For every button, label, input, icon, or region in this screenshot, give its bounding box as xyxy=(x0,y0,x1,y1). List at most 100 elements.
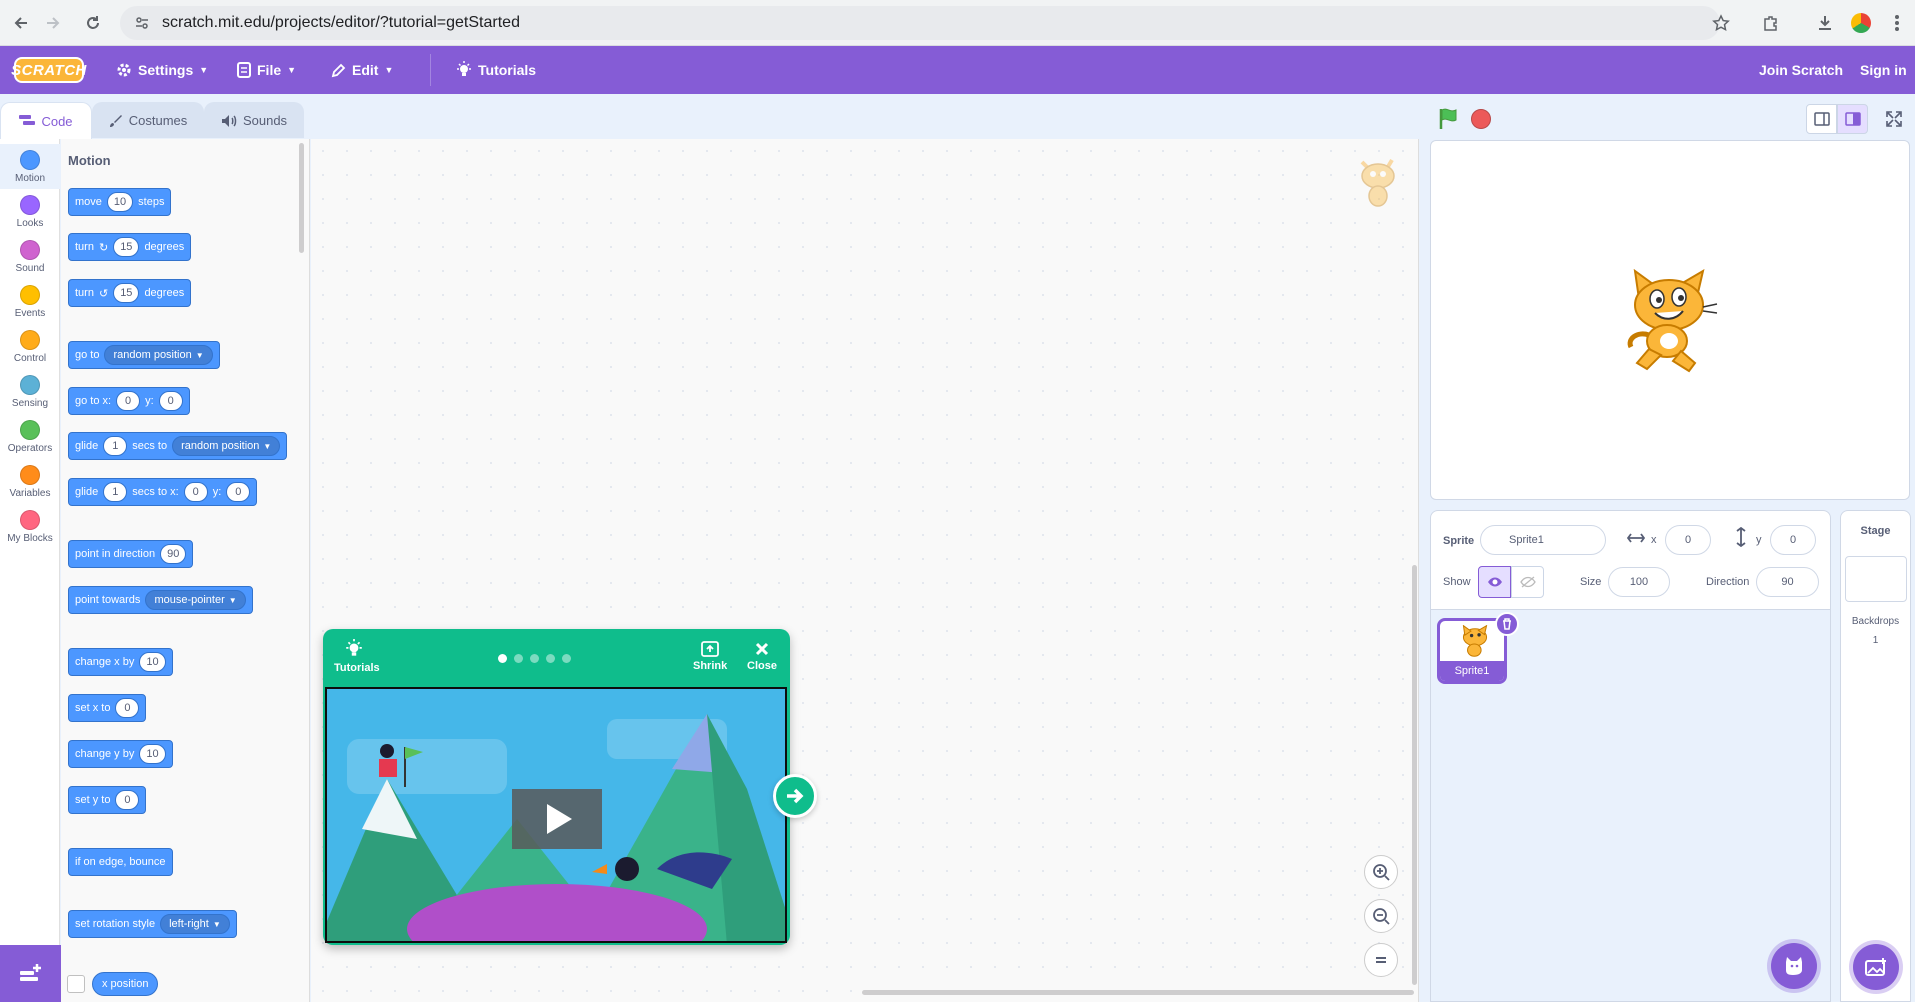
x-position-input[interactable]: 0 xyxy=(1665,525,1711,555)
address-bar[interactable]: scratch.mit.edu/projects/editor/?tutoria… xyxy=(120,6,1720,40)
block-x-position[interactable]: x position xyxy=(92,972,159,996)
browser-menu-icon[interactable] xyxy=(1882,8,1912,38)
normal-stage-button[interactable] xyxy=(1837,104,1868,134)
y-input[interactable]: 0 xyxy=(158,391,183,411)
direction-input[interactable]: 90 xyxy=(1756,567,1819,597)
small-stage-button[interactable] xyxy=(1806,104,1837,134)
category-motion[interactable]: Motion xyxy=(0,144,60,189)
show-sprite-button[interactable] xyxy=(1478,566,1511,598)
block-turn-left[interactable]: turn ↺ 15 degrees xyxy=(68,279,192,307)
step-dot[interactable] xyxy=(562,654,571,663)
step-dot[interactable] xyxy=(546,654,555,663)
download-icon[interactable] xyxy=(1810,8,1840,38)
category-variables[interactable]: Variables xyxy=(0,459,60,504)
extensions-icon[interactable] xyxy=(1756,8,1786,38)
degrees-input[interactable]: 15 xyxy=(113,283,140,303)
tutorial-video[interactable] xyxy=(325,687,787,943)
step-dot[interactable] xyxy=(514,654,523,663)
delete-sprite-button[interactable] xyxy=(1495,612,1519,636)
x-input[interactable]: 0 xyxy=(116,391,141,411)
palette-scrollbar[interactable] xyxy=(299,143,304,253)
x-input[interactable]: 0 xyxy=(183,482,208,502)
tutorials-menu[interactable]: Tutorials xyxy=(456,46,536,94)
block-turn-right[interactable]: turn ↻ 15 degrees xyxy=(68,233,192,261)
secs-input[interactable]: 1 xyxy=(103,436,128,456)
forward-icon[interactable] xyxy=(38,8,68,38)
settings-menu[interactable]: Settings ▼ xyxy=(116,46,208,94)
x-change-input[interactable]: 10 xyxy=(139,652,166,672)
degrees-input[interactable]: 15 xyxy=(113,237,140,257)
block-go-to-xy[interactable]: go to x: 0 y: 0 xyxy=(68,387,190,415)
glide-target-dropdown[interactable]: random position ▼ xyxy=(172,436,281,456)
reload-icon[interactable] xyxy=(78,8,108,38)
block-set-y[interactable]: set y to 0 xyxy=(68,786,147,814)
category-my-blocks[interactable]: My Blocks xyxy=(0,504,60,549)
choose-backdrop-button[interactable] xyxy=(1853,944,1899,990)
goto-target-dropdown[interactable]: random position ▼ xyxy=(104,345,213,365)
tab-sounds[interactable]: Sounds xyxy=(204,102,304,138)
category-events[interactable]: Events xyxy=(0,279,60,324)
block-go-to[interactable]: go to random position ▼ xyxy=(68,341,220,369)
block-change-x[interactable]: change x by 10 xyxy=(68,648,173,676)
caret-down-icon: ▼ xyxy=(228,595,237,605)
y-input[interactable]: 0 xyxy=(226,482,251,502)
script-horizontal-scrollbar[interactable] xyxy=(862,990,1414,995)
tutorials-library-button[interactable]: Tutorials xyxy=(334,639,380,674)
steps-input[interactable]: 10 xyxy=(106,192,134,212)
category-looks[interactable]: Looks xyxy=(0,189,60,234)
category-sound[interactable]: Sound xyxy=(0,234,60,279)
stage-target-panel[interactable]: Stage Backdrops 1 xyxy=(1840,510,1911,1002)
direction-input[interactable]: 90 xyxy=(160,544,187,564)
rotation-style-dropdown[interactable]: left-right ▼ xyxy=(160,914,230,934)
size-input[interactable]: 100 xyxy=(1608,567,1670,597)
block-set-rotation-style[interactable]: set rotation style left-right ▼ xyxy=(68,910,237,938)
block-glide-to-xy[interactable]: glide 1 secs to x: 0 y: 0 xyxy=(68,478,258,506)
category-control[interactable]: Control xyxy=(0,324,60,369)
category-sensing[interactable]: Sensing xyxy=(0,369,60,414)
zoom-out-button[interactable] xyxy=(1364,899,1398,933)
join-scratch-link[interactable]: Join Scratch xyxy=(1759,46,1843,94)
bookmark-star-icon[interactable] xyxy=(1706,8,1736,38)
stop-button[interactable] xyxy=(1471,109,1491,129)
close-tutorial-button[interactable]: Close xyxy=(747,641,777,672)
add-extension-button[interactable] xyxy=(0,945,61,1002)
back-icon[interactable] xyxy=(6,8,36,38)
block-move-steps[interactable]: move 10 steps xyxy=(68,188,172,216)
block-set-x[interactable]: set x to 0 xyxy=(68,694,147,722)
block-point-in-direction[interactable]: point in direction 90 xyxy=(68,540,194,568)
x-value-input[interactable]: 0 xyxy=(115,698,140,718)
tutorial-next-button[interactable] xyxy=(773,774,817,818)
y-position-input[interactable]: 0 xyxy=(1770,525,1816,555)
script-vertical-scrollbar[interactable] xyxy=(1412,565,1417,985)
block-glide-to[interactable]: glide 1 secs to random position ▼ xyxy=(68,432,288,460)
x-position-checkbox[interactable] xyxy=(67,975,85,993)
green-flag-button[interactable] xyxy=(1436,107,1460,136)
tab-costumes[interactable]: Costumes xyxy=(92,102,204,138)
y-value-input[interactable]: 0 xyxy=(115,790,140,810)
shrink-button[interactable]: Shrink xyxy=(693,641,727,672)
sprite-name-input[interactable]: Sprite1 xyxy=(1480,525,1606,555)
tab-code[interactable]: Code xyxy=(0,102,92,139)
choose-sprite-button[interactable] xyxy=(1771,943,1817,989)
profile-avatar-icon[interactable] xyxy=(1846,8,1876,38)
category-operators[interactable]: Operators xyxy=(0,414,60,459)
block-point-towards[interactable]: point towards mouse-pointer ▼ xyxy=(68,586,253,614)
zoom-in-button[interactable] xyxy=(1364,855,1398,889)
step-dot[interactable] xyxy=(530,654,539,663)
arrow-right-icon xyxy=(787,788,804,804)
block-change-y[interactable]: change y by 10 xyxy=(68,740,173,768)
site-info-icon[interactable] xyxy=(134,15,150,31)
block-bounce[interactable]: if on edge, bounce xyxy=(68,848,173,876)
step-dot-active[interactable] xyxy=(498,654,507,663)
zoom-reset-button[interactable] xyxy=(1364,943,1398,977)
y-change-input[interactable]: 10 xyxy=(139,744,166,764)
secs-input[interactable]: 1 xyxy=(103,482,128,502)
scratch-logo[interactable]: SCRATCH xyxy=(11,57,86,83)
stage-canvas[interactable] xyxy=(1430,140,1910,500)
towards-dropdown[interactable]: mouse-pointer ▼ xyxy=(145,590,246,610)
file-menu[interactable]: File ▼ xyxy=(237,46,296,94)
edit-menu[interactable]: Edit ▼ xyxy=(331,46,393,94)
hide-sprite-button[interactable] xyxy=(1511,566,1544,598)
sign-in-link[interactable]: Sign in xyxy=(1860,46,1907,94)
fullscreen-button[interactable] xyxy=(1878,104,1909,134)
